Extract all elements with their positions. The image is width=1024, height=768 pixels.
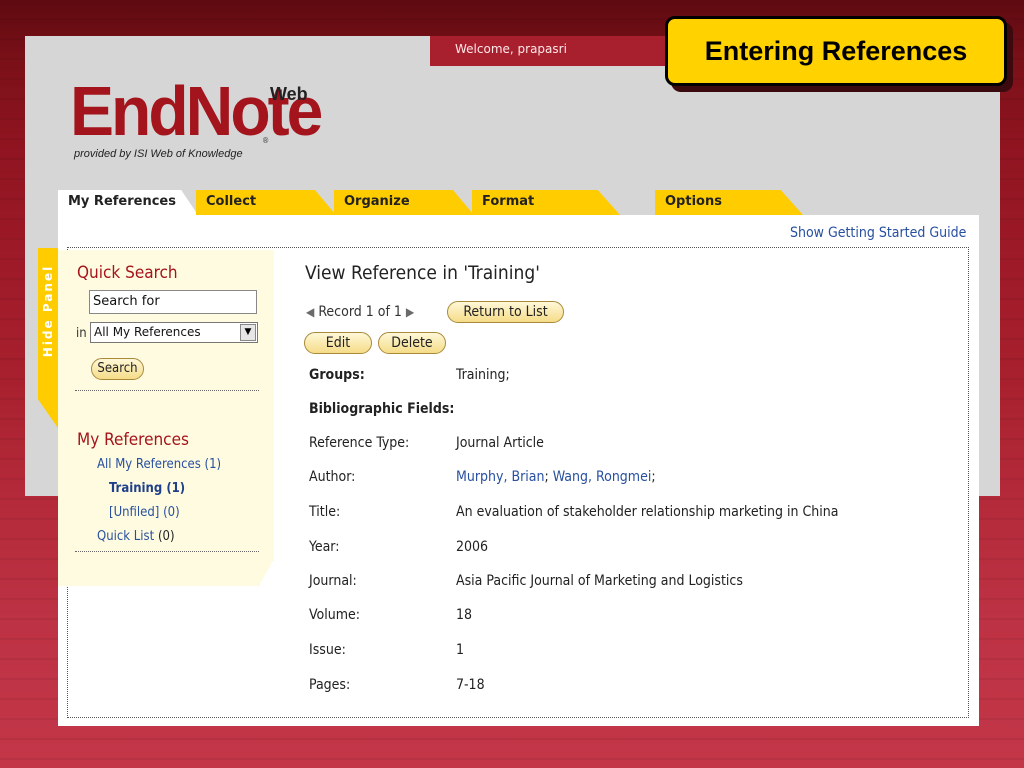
in-label: in [76,326,87,341]
record-navigation: ◀ Record 1 of 1 ▶ [306,304,414,320]
chevron-down-icon[interactable]: ▼ [240,324,256,341]
quick-search-heading: Quick Search [77,263,178,283]
slide-title-callout: Entering References [665,16,1007,86]
tab-collect[interactable]: Collect [196,190,336,215]
welcome-text: Welcome, prapasri [455,42,567,56]
tab-organize[interactable]: Organize [334,190,474,215]
divider [75,390,259,391]
reference-type-label: Reference Type: [309,435,410,451]
logo-web-text: Web [270,84,308,104]
journal-label: Journal: [309,573,357,589]
edit-button[interactable]: Edit [304,332,372,354]
year-value: 2006 [456,539,489,555]
divider [75,551,259,552]
search-scope-select[interactable]: All My References ▼ [90,322,258,343]
unfiled-link[interactable]: [Unfiled] (0) [109,505,180,520]
groups-value: Training; [456,367,510,383]
all-my-references-link[interactable]: All My References (1) [97,457,221,472]
issue-value: 1 [456,642,465,658]
author-link[interactable]: Wang, Rongmei [553,469,652,485]
next-record-icon[interactable]: ▶ [406,305,414,319]
tab-format[interactable]: Format [472,190,620,215]
tab-options[interactable]: Options [655,190,803,215]
search-scope-value: All My References [94,325,201,339]
title-label: Title: [309,504,341,520]
quick-list-label[interactable]: Quick List [97,529,154,544]
pages-label: Pages: [309,677,351,693]
author-label: Author: [309,469,356,485]
journal-value: Asia Pacific Journal of Marketing and Lo… [456,573,743,589]
groups-label: Groups: [309,367,365,383]
pages-value: 7-18 [456,677,485,693]
return-to-list-button[interactable]: Return to List [447,301,564,323]
year-label: Year: [309,539,340,555]
volume-label: Volume: [309,607,360,623]
delete-button[interactable]: Delete [378,332,446,354]
bibliographic-fields-label: Bibliographic Fields: [309,401,455,417]
search-input[interactable]: Search for [89,290,257,314]
author-value: Murphy, Brian; Wang, Rongmei; [456,469,656,485]
getting-started-link[interactable]: Show Getting Started Guide [790,225,966,241]
my-references-heading: My References [77,430,189,450]
page-title: View Reference in 'Training' [305,262,540,284]
search-button[interactable]: Search [91,358,144,380]
reference-type-value: Journal Article [456,435,544,451]
quick-list-count: (0) [157,529,175,544]
record-counter: Record 1 of 1 [318,304,402,320]
issue-label: Issue: [309,642,346,658]
quick-list-link[interactable]: Quick List (0) [97,529,175,544]
title-value: An evaluation of stakeholder relationshi… [456,504,839,520]
hide-panel-label: Hide Panel [41,264,55,358]
hide-panel-toggle[interactable]: Hide Panel [38,248,58,428]
logo-tagline: provided by ISI Web of Knowledge [74,148,243,160]
endnote-logo: EndNote Web ® provided by ISI Web of Kno… [70,76,323,160]
author-link[interactable]: Murphy, Brian [456,469,544,485]
tab-my-references[interactable]: My References [58,190,198,215]
training-group-link[interactable]: Training (1) [109,481,185,496]
previous-record-icon[interactable]: ◀ [306,305,314,319]
registered-mark: ® [262,136,270,145]
volume-value: 18 [456,607,473,623]
